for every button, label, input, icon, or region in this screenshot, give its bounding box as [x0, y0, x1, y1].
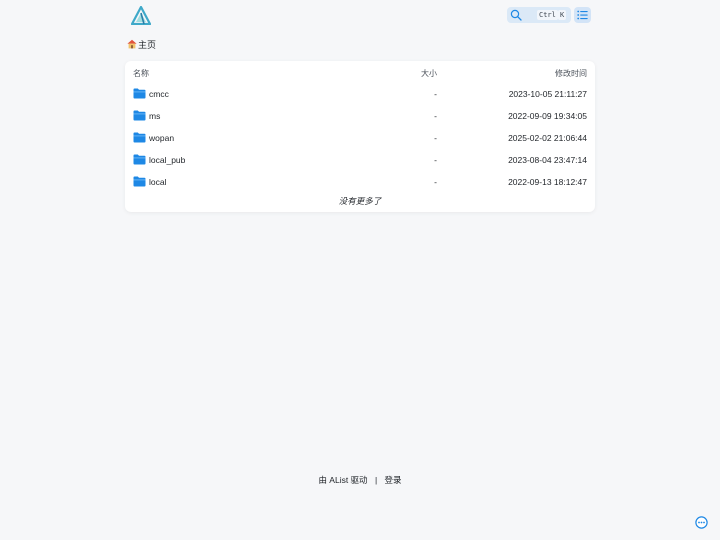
column-header-modified[interactable]: 修改时间	[555, 69, 587, 79]
layout-toggle-button[interactable]	[574, 7, 591, 23]
folder-icon	[133, 88, 146, 99]
column-header-name[interactable]: 名称	[133, 69, 149, 79]
footer-separator: |	[374, 475, 378, 485]
file-modified: 2025-02-02 21:06:44	[508, 133, 587, 143]
shortcut-k-key: K	[558, 10, 567, 20]
shortcut-ctrl-key: Ctrl	[537, 10, 558, 20]
folder-icon	[133, 132, 146, 143]
list-layout-icon	[577, 10, 588, 20]
home-icon	[127, 39, 137, 49]
column-header-size[interactable]: 大小	[421, 69, 437, 79]
footer: 由 AList 驱动 | 登录	[0, 474, 720, 486]
file-modified: 2023-08-04 23:47:14	[508, 155, 587, 165]
file-size: -	[434, 155, 437, 165]
file-size: -	[434, 111, 437, 121]
file-name: local	[149, 177, 167, 187]
folder-icon	[133, 176, 146, 187]
end-of-list-text: 没有更多了	[338, 196, 382, 206]
file-name: wopan	[149, 133, 175, 143]
file-row-wopan[interactable]: wopan - 2025-02-02 21:06:44	[128, 127, 592, 149]
top-header: Ctrl K	[125, 4, 595, 26]
powered-by-link[interactable]: 由 AList 驱动	[318, 474, 367, 486]
file-row-local[interactable]: local - 2022-09-13 18:12:47	[128, 171, 592, 193]
file-size: -	[434, 89, 437, 99]
file-size: -	[434, 133, 437, 143]
file-row-cmcc[interactable]: cmcc - 2023-10-05 21:11:27	[128, 83, 592, 105]
folder-icon	[133, 110, 146, 121]
file-name: local_pub	[149, 155, 186, 165]
file-modified: 2023-10-05 21:11:27	[508, 89, 587, 99]
breadcrumb: 主页	[127, 38, 156, 50]
file-row-local-pub[interactable]: local_pub - 2023-08-04 23:47:14	[128, 149, 592, 171]
login-link[interactable]: 登录	[385, 474, 402, 486]
file-list: 名称 大小 修改时间 cmcc - 2023-10-05 21:11:27 ms…	[125, 61, 595, 212]
file-row-ms[interactable]: ms - 2022-09-09 19:34:05	[128, 105, 592, 127]
file-modified: 2022-09-09 19:34:05	[508, 111, 587, 121]
file-size: -	[434, 177, 437, 187]
breadcrumb-home-link[interactable]: 主页	[138, 38, 156, 51]
file-modified: 2022-09-13 18:12:47	[508, 177, 587, 187]
search-icon	[510, 9, 522, 21]
search-button[interactable]: Ctrl K	[507, 7, 571, 23]
alist-logo-icon[interactable]	[131, 6, 151, 25]
folder-icon	[133, 154, 146, 165]
file-name: cmcc	[149, 89, 169, 99]
more-options-icon[interactable]	[695, 516, 708, 529]
file-name: ms	[149, 111, 161, 121]
